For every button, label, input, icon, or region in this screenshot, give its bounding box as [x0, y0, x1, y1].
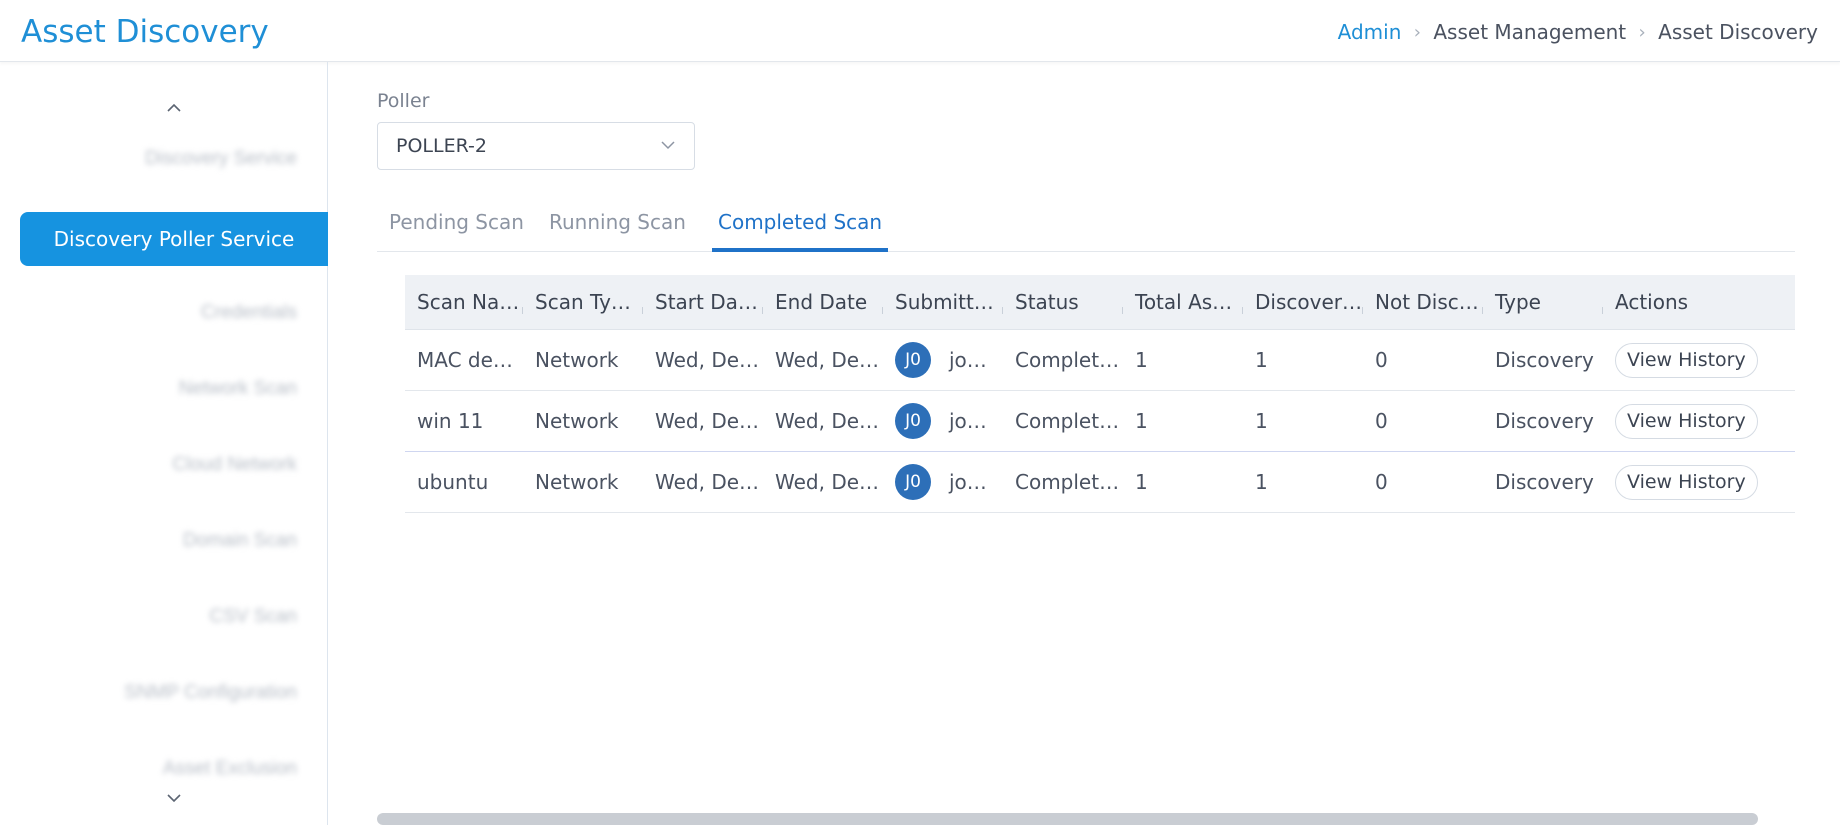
cell-start-date: Wed, De…	[655, 348, 760, 372]
cell-submitted-by: J0 jo…	[883, 403, 1003, 439]
top-bar: Asset Discovery Admin › Asset Management…	[0, 0, 1840, 62]
cell-scan-type: Network	[535, 470, 619, 494]
tab-running-scan[interactable]: Running Scan	[543, 204, 692, 252]
sidebar-item-asset-exclusion[interactable]: Asset Exclusion	[163, 758, 297, 780]
breadcrumb-asset-management: Asset Management	[1433, 20, 1627, 44]
sidebar-item-cloud-network[interactable]: Cloud Network	[172, 454, 297, 476]
cell-scan-name: ubuntu	[417, 470, 489, 494]
cell-total-assets: 1	[1135, 470, 1148, 494]
scan-tabs: Pending Scan Running Scan Completed Scan	[377, 204, 1795, 252]
table-row[interactable]: ubuntu Network Wed, De… Wed, De… J0 jo… C…	[405, 452, 1795, 513]
column-header-actions: Actions	[1615, 290, 1689, 314]
column-header-type[interactable]: Type	[1483, 290, 1603, 314]
sidebar-item-discovery-poller-service[interactable]: Discovery Poller Service	[20, 212, 328, 266]
table-row[interactable]: win 11 Network Wed, De… Wed, De… J0 jo… C…	[405, 391, 1795, 452]
cell-submitted-by: J0 jo…	[883, 464, 1003, 500]
sidebar-item-domain-scan[interactable]: Domain Scan	[183, 530, 297, 552]
sidebar-item-credentials[interactable]: Credentials	[201, 302, 297, 324]
horizontal-scrollbar[interactable]	[377, 813, 1758, 825]
main-content: Poller POLLER-2 Pending Scan Running Sca…	[377, 62, 1795, 825]
column-header-end-date[interactable]: End Date	[763, 290, 883, 314]
cell-total-assets: 1	[1135, 409, 1148, 433]
cell-scan-name: MAC de…	[417, 348, 513, 372]
cell-start-date: Wed, De…	[655, 470, 760, 494]
cell-end-date: Wed, De…	[775, 348, 880, 372]
cell-start-date: Wed, De…	[655, 409, 760, 433]
avatar: J0	[895, 403, 931, 439]
cell-status: Complet…	[1015, 470, 1120, 494]
cell-end-date: Wed, De…	[775, 470, 880, 494]
table-header: Scan Na… Scan Ty… Start Da… End Date Sub…	[405, 275, 1795, 330]
view-history-button[interactable]: View History	[1615, 464, 1758, 500]
cell-discovered: 1	[1255, 348, 1268, 372]
cell-status: Complet…	[1015, 348, 1120, 372]
cell-discovered: 1	[1255, 470, 1268, 494]
cell-not-discovered: 0	[1375, 348, 1388, 372]
sidebar-item-discovery-service[interactable]: Discovery Service	[145, 148, 297, 170]
tab-completed-scan[interactable]: Completed Scan	[712, 204, 889, 252]
chevron-down-icon	[661, 141, 675, 150]
column-header-total-assets[interactable]: Total As…	[1123, 290, 1243, 314]
column-header-scan-type[interactable]: Scan Ty…	[523, 290, 643, 314]
cell-type: Discovery	[1495, 348, 1594, 372]
table-row[interactable]: MAC de… Network Wed, De… Wed, De… J0 jo… …	[405, 330, 1795, 391]
page-title: Asset Discovery	[21, 14, 269, 50]
cell-type: Discovery	[1495, 470, 1594, 494]
cell-submitted-by: J0 jo…	[883, 342, 1003, 378]
column-header-scan-name[interactable]: Scan Na…	[405, 290, 523, 314]
cell-discovered: 1	[1255, 409, 1268, 433]
chevron-right-icon: ›	[1413, 21, 1421, 43]
column-header-status[interactable]: Status	[1003, 290, 1123, 314]
column-header-start-date[interactable]: Start Da…	[643, 290, 763, 314]
submitter-name: jo…	[949, 470, 987, 494]
cell-not-discovered: 0	[1375, 470, 1388, 494]
poller-value: POLLER-2	[396, 135, 487, 157]
cell-scan-name: win 11	[417, 409, 484, 433]
sidebar: Discovery Service Discovery Poller Servi…	[0, 62, 328, 825]
tab-pending-scan[interactable]: Pending Scan	[383, 204, 530, 252]
column-header-discovered[interactable]: Discover…	[1243, 290, 1363, 314]
avatar: J0	[895, 342, 931, 378]
breadcrumb-admin[interactable]: Admin	[1338, 20, 1402, 44]
submitter-name: jo…	[949, 348, 987, 372]
view-history-button[interactable]: View History	[1615, 342, 1758, 378]
cell-actions: View History	[1603, 403, 1775, 439]
cell-actions: View History	[1603, 464, 1775, 500]
submitter-name: jo…	[949, 409, 987, 433]
cell-scan-type: Network	[535, 348, 619, 372]
cell-status: Complet…	[1015, 409, 1120, 433]
chevron-up-icon[interactable]	[164, 98, 184, 119]
sidebar-item-snmp-configuration[interactable]: SNMP Configuration	[124, 682, 297, 704]
completed-scan-table: Scan Na… Scan Ty… Start Da… End Date Sub…	[405, 275, 1795, 513]
avatar: J0	[895, 464, 931, 500]
poller-select[interactable]: POLLER-2	[377, 122, 695, 170]
cell-type: Discovery	[1495, 409, 1594, 433]
sidebar-item-network-scan[interactable]: Network Scan	[179, 378, 297, 400]
breadcrumb: Admin › Asset Management › Asset Discove…	[1338, 20, 1818, 44]
cell-total-assets: 1	[1135, 348, 1148, 372]
breadcrumb-asset-discovery: Asset Discovery	[1658, 20, 1818, 44]
cell-not-discovered: 0	[1375, 409, 1388, 433]
cell-actions: View History	[1603, 342, 1775, 378]
cell-scan-type: Network	[535, 409, 619, 433]
poller-label: Poller	[377, 90, 430, 112]
cell-end-date: Wed, De…	[775, 409, 880, 433]
column-header-not-discovered[interactable]: Not Disc…	[1363, 290, 1483, 314]
view-history-button[interactable]: View History	[1615, 403, 1758, 439]
chevron-down-icon[interactable]	[164, 788, 184, 809]
sidebar-item-csv-scan[interactable]: CSV Scan	[209, 606, 297, 628]
chevron-right-icon: ›	[1638, 21, 1646, 43]
column-header-submitted-by[interactable]: Submitt…	[883, 290, 1003, 314]
